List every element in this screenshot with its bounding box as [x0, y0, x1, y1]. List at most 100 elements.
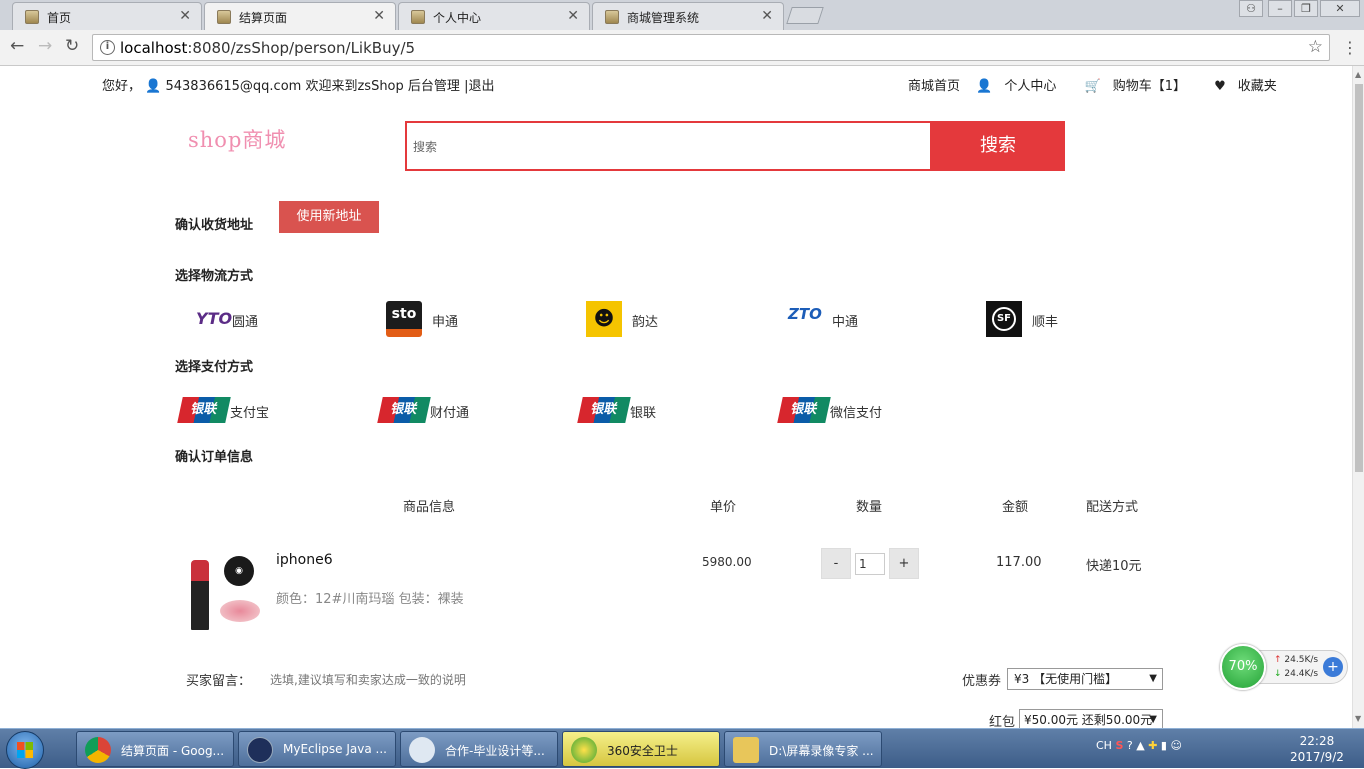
zto-logo-icon: ZTO — [788, 305, 822, 323]
taskbar-item-label: 结算页面 - Goog... — [121, 744, 225, 758]
window-close-button[interactable]: ✕ — [1320, 0, 1360, 17]
nav-home-link[interactable]: 商城首页 — [908, 79, 960, 94]
menu-icon[interactable]: ⋮ — [1342, 38, 1358, 57]
back-icon[interactable]: ← — [10, 36, 24, 56]
site-logo[interactable]: shop商城 — [188, 124, 286, 154]
close-icon[interactable]: ✕ — [373, 8, 385, 24]
url-text: localhost:8080/zsShop/person/LikBuy/5 — [120, 39, 416, 57]
quantity-plus-button[interactable]: + — [889, 548, 919, 579]
logout-link[interactable]: |退出 — [464, 79, 494, 94]
unionpay-icon: 银联 — [177, 397, 231, 423]
help-icon[interactable]: ? — [1127, 739, 1133, 752]
payment-option-wechat[interactable]: 银联 微信支付 — [777, 392, 918, 428]
network-icon[interactable]: ▮ — [1161, 739, 1167, 752]
coupon-value: ¥3 【无使用门槛】 — [1014, 672, 1118, 686]
option-label: 中通 — [832, 315, 859, 330]
scroll-down-icon[interactable]: ▼ — [1355, 714, 1361, 723]
option-label: 顺丰 — [1032, 315, 1059, 330]
restore-button[interactable]: ❐ — [1294, 0, 1318, 17]
sogou-icon[interactable]: S — [1115, 739, 1123, 752]
option-label: 圆通 — [232, 315, 259, 330]
minimize-button[interactable]: – — [1268, 0, 1292, 17]
logistics-option-sf[interactable]: SF 顺丰 — [986, 301, 1106, 337]
clock[interactable]: 22:28 2017/9/2 — [1290, 733, 1344, 765]
scrollbar-thumb[interactable] — [1355, 84, 1363, 472]
favicon-icon — [217, 10, 231, 24]
product-attributes: 颜色：12#川南玛瑙 包装：裸装 — [276, 592, 464, 607]
logistics-option-zto[interactable]: ZTO 中通 — [786, 301, 906, 337]
page-scrollbar[interactable]: ▲ ▼ — [1352, 66, 1364, 728]
browser-toolbar: ← → ↻ i localhost:8080/zsShop/person/Lik… — [0, 30, 1364, 66]
coupon-select[interactable]: ¥3 【无使用门槛】 ▼ — [1007, 668, 1163, 690]
tab-checkout[interactable]: 结算页面 ✕ — [204, 2, 396, 31]
scroll-up-icon[interactable]: ▲ — [1355, 70, 1361, 79]
taskbar-item-chrome[interactable]: 结算页面 - Goog... — [76, 731, 234, 767]
search-placeholder: 搜索 — [413, 140, 438, 154]
payment-option-alipay[interactable]: 银联 支付宝 — [177, 392, 318, 428]
close-icon[interactable]: ✕ — [761, 8, 773, 24]
product-price: 5980.00 — [702, 555, 752, 569]
info-icon[interactable]: i — [100, 40, 115, 55]
start-button[interactable] — [6, 731, 44, 769]
logistics-option-yto[interactable]: YTO 圆通 — [186, 301, 306, 337]
logistics-option-yunda[interactable]: ☻ 韵达 — [586, 301, 706, 337]
search-button[interactable]: 搜索 — [931, 121, 1065, 171]
bookmark-star-icon[interactable]: ☆ — [1308, 37, 1323, 57]
user-icon: 👤 — [976, 79, 993, 94]
option-label: 韵达 — [632, 315, 659, 330]
nav-favorites-link[interactable]: ♥ 收藏夹 — [1214, 79, 1289, 94]
buyer-message-input[interactable]: 选填,建议填写和卖家达成一致的说明 — [270, 671, 466, 688]
ime-indicator[interactable]: CH — [1096, 739, 1112, 752]
reload-icon[interactable]: ↻ — [65, 36, 79, 56]
address-bar[interactable]: i localhost:8080/zsShop/person/LikBuy/5 … — [92, 34, 1330, 61]
tray-expand-icon[interactable]: ▲ — [1136, 739, 1144, 752]
quantity-minus-button[interactable]: - — [821, 548, 851, 579]
search-input[interactable]: 搜索 — [405, 121, 932, 171]
profile-icon[interactable]: ⚇ — [1239, 0, 1263, 17]
product-name[interactable]: iphone6 — [276, 552, 333, 568]
taskbar-item-myeclipse[interactable]: MyEclipse Java ... — [238, 731, 396, 767]
taskbar-item-label: D:\屏幕录像专家 ... — [769, 744, 874, 758]
memory-ball[interactable]: 70% — [1220, 644, 1266, 690]
network-speed-widget[interactable]: 70% ↑ 24.5K/s ↓ 24.4K/s + — [1220, 644, 1348, 690]
plus-icon[interactable]: + — [1323, 657, 1343, 677]
close-icon[interactable]: ✕ — [567, 8, 579, 24]
red-packet-label: 红包 — [989, 715, 1016, 728]
user-icon: 👤 — [145, 79, 162, 94]
option-label: 财付通 — [430, 406, 470, 421]
admin-link[interactable]: 后台管理 — [408, 79, 460, 94]
column-header-price: 单价 — [710, 500, 737, 515]
forward-icon[interactable]: → — [38, 36, 52, 56]
security-icon[interactable]: ✚ — [1148, 739, 1157, 752]
nav-cart-link[interactable]: 🛒 购物车【1】 — [1085, 79, 1198, 94]
tab-admin-system[interactable]: 商城管理系统 ✕ — [592, 2, 784, 30]
user-email[interactable]: 543836615@qq.com — [165, 79, 301, 94]
chevron-down-icon: ▼ — [1149, 673, 1157, 684]
tab-home[interactable]: 首页 ✕ — [12, 2, 202, 30]
red-packet-value: ¥50.00元 还剩50.00元 — [1024, 713, 1153, 727]
tab-title: 首页 — [47, 11, 72, 25]
upload-speed: ↑ 24.5K/s — [1274, 655, 1319, 665]
logistics-title: 选择物流方式 — [175, 269, 254, 284]
product-image[interactable]: ◉ — [186, 554, 264, 632]
taskbar-item-explorer[interactable]: D:\屏幕录像专家 ... — [724, 731, 882, 767]
qq-icon[interactable]: ☺ — [1170, 739, 1181, 752]
download-speed: ↓ 24.4K/s — [1274, 669, 1319, 679]
product-amount: 117.00 — [996, 555, 1042, 570]
buyer-message-label: 买家留言： — [186, 674, 252, 689]
taskbar-item-chat[interactable]: 合作-毕业设计等... — [400, 731, 558, 767]
new-tab-button[interactable] — [786, 7, 824, 24]
myeclipse-icon — [247, 737, 273, 763]
logistics-option-sto[interactable]: sto 申通 — [386, 301, 506, 337]
taskbar-item-360[interactable]: 360安全卫士 — [562, 731, 720, 767]
close-icon[interactable]: ✕ — [179, 8, 191, 24]
tab-personal-center[interactable]: 个人中心 ✕ — [398, 2, 590, 30]
option-label: 银联 — [630, 406, 657, 421]
new-address-button[interactable]: 使用新地址 — [279, 201, 379, 233]
payment-option-unionpay[interactable]: 银联 银联 — [577, 392, 718, 428]
quantity-input[interactable]: 1 — [855, 553, 885, 575]
lips-swatch — [220, 600, 260, 622]
payment-option-tenpay[interactable]: 银联 财付通 — [377, 392, 518, 428]
red-packet-select[interactable]: ¥50.00元 还剩50.00元 ▼ — [1019, 709, 1163, 728]
nav-personal-center-link[interactable]: 👤 个人中心 — [976, 79, 1068, 94]
